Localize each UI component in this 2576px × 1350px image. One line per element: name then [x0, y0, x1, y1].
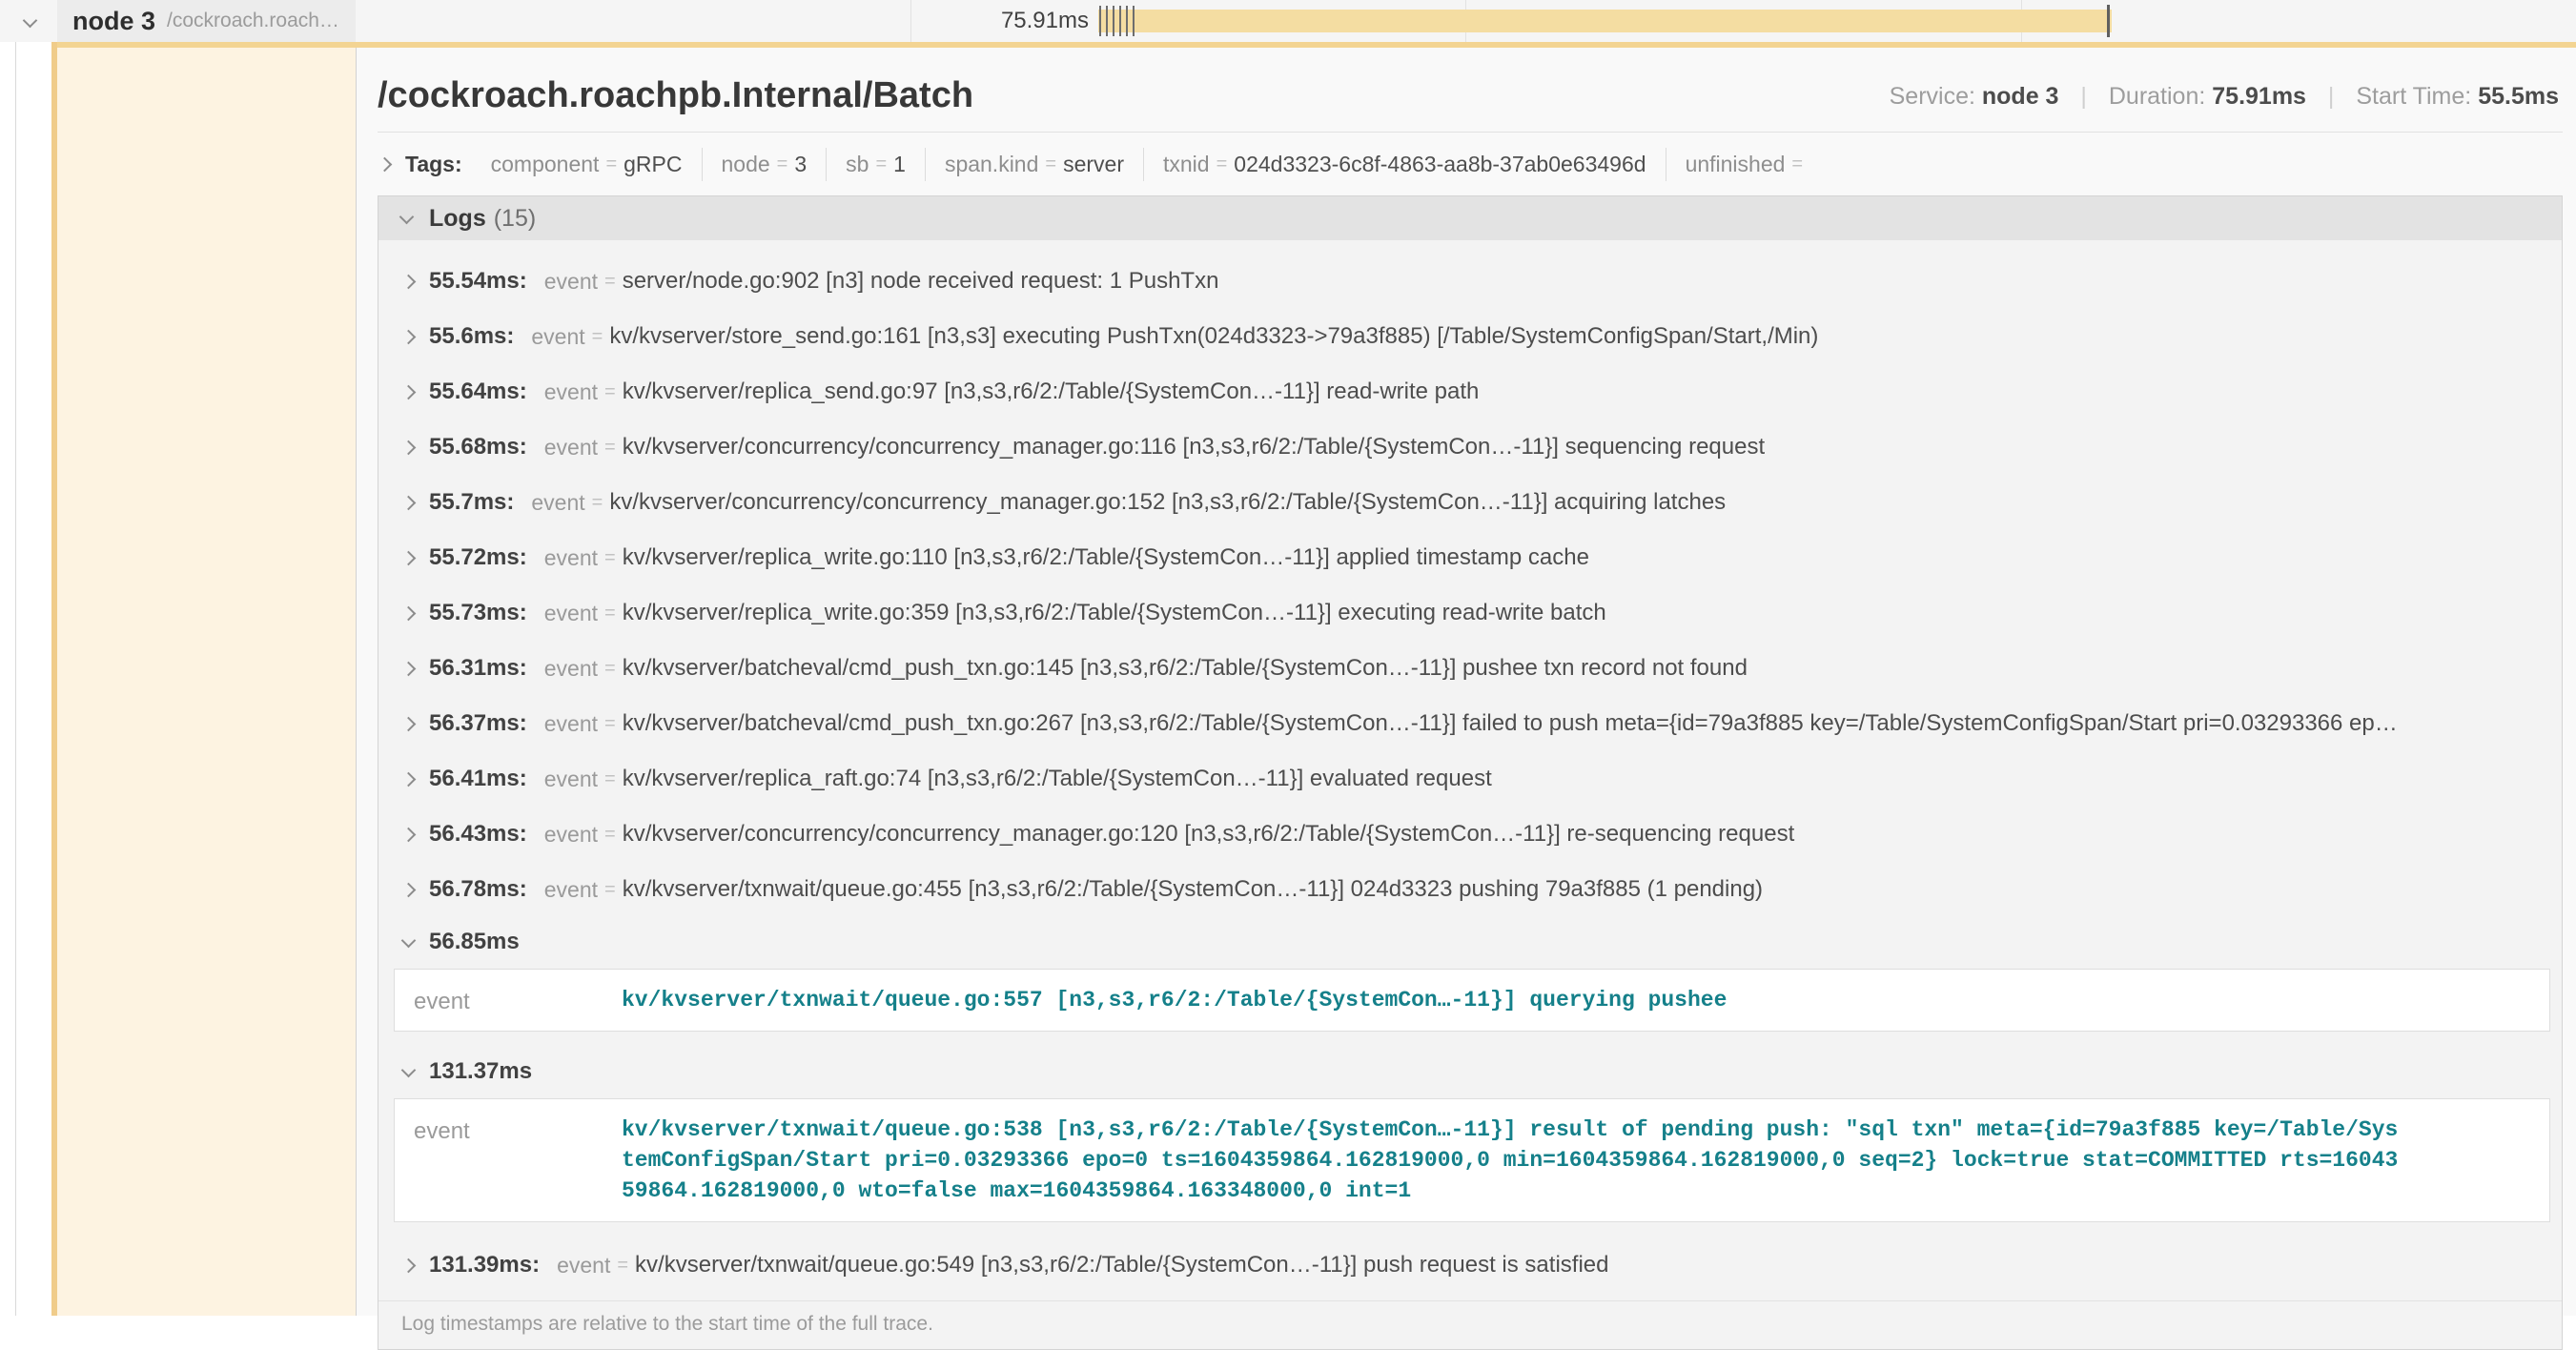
- meta-divider: |: [2328, 83, 2335, 110]
- span-operation-name: /cockroach.roach…: [167, 10, 339, 32]
- log-row-expanded-toggle[interactable]: 56.85ms: [378, 917, 2562, 967]
- chevron-right-icon: [401, 605, 417, 621]
- log-marker-tick: [1119, 6, 1121, 36]
- log-row[interactable]: 56.43ms:event=kv/kvserver/concurrency/co…: [378, 807, 2562, 862]
- tags-label: Tags:: [405, 152, 462, 177]
- log-row[interactable]: 56.41ms:event=kv/kvserver/replica_raft.g…: [378, 751, 2562, 807]
- chevron-right-icon: [401, 771, 417, 787]
- log-marker-tick-end: [2107, 5, 2110, 37]
- log-marker-tick: [1099, 6, 1101, 36]
- service-value: node 3: [1982, 83, 2059, 110]
- chevron-right-icon: [401, 274, 417, 289]
- logs-count: (15): [494, 205, 536, 233]
- chevron-down-icon: [401, 932, 417, 948]
- span-title: /cockroach.roachpb.Internal/Batch: [378, 75, 973, 116]
- start-time-value: 55.5ms: [2478, 83, 2559, 110]
- log-row[interactable]: 55.6ms:event=kv/kvserver/store_send.go:1…: [378, 309, 2562, 364]
- log-field-key: event: [414, 985, 622, 1015]
- duration-label: Duration:: [2109, 83, 2205, 110]
- chevron-right-icon: [401, 329, 417, 344]
- collapse-span-chevron[interactable]: [25, 13, 35, 31]
- logs-footer-note: Log timestamps are relative to the start…: [378, 1300, 2562, 1349]
- chevron-down-icon: [401, 1062, 417, 1077]
- log-row[interactable]: 55.64ms:event=kv/kvserver/replica_send.g…: [378, 364, 2562, 419]
- start-time-label: Start Time:: [2356, 83, 2471, 110]
- log-row[interactable]: 55.7ms:event=kv/kvserver/concurrency/con…: [378, 475, 2562, 530]
- span-duration-bar[interactable]: [1098, 10, 2112, 32]
- chevron-right-icon: [401, 661, 417, 676]
- log-row-expanded-toggle[interactable]: 131.37ms: [378, 1047, 2562, 1096]
- log-marker-tick: [1133, 6, 1135, 36]
- span-name-cell[interactable]: node 3 /cockroach.roach…: [57, 0, 356, 42]
- chevron-right-icon: [401, 882, 417, 897]
- span-detail-panel: /cockroach.roachpb.Internal/Batch Servic…: [356, 48, 2576, 1316]
- log-field-value: kv/kvserver/txnwait/queue.go:538 [n3,s3,…: [622, 1115, 2406, 1206]
- left-gutter-line: [15, 0, 16, 1316]
- span-row[interactable]: node 3 /cockroach.roach… 75.91ms: [0, 0, 2576, 42]
- logs-panel: Logs (15) 55.54ms:event=server/node.go:9…: [378, 195, 2563, 1350]
- span-detail-header: /cockroach.roachpb.Internal/Batch Servic…: [378, 48, 2563, 133]
- chevron-right-icon: [401, 716, 417, 731]
- log-row[interactable]: 56.78ms:event=kv/kvserver/txnwait/queue.…: [378, 862, 2562, 917]
- tags-section-toggle[interactable]: Tags: component=gRPC node=3 sb=1 span.ki…: [357, 133, 2576, 195]
- chevron-down-icon: [399, 209, 415, 224]
- tag-sb: sb=1: [826, 148, 925, 181]
- chevron-right-icon: [378, 156, 393, 172]
- tag-txnid: txnid=024d3323-6c8f-4863-aa8b-37ab0e6349…: [1143, 148, 1666, 181]
- tag-component: component=gRPC: [472, 148, 702, 181]
- log-row[interactable]: 55.73ms:event=kv/kvserver/replica_write.…: [378, 585, 2562, 641]
- chevron-right-icon: [401, 550, 417, 565]
- log-marker-tick: [1106, 6, 1108, 36]
- chevron-right-icon: [401, 495, 417, 510]
- duration-value: 75.91ms: [2212, 83, 2306, 110]
- log-row[interactable]: 56.31ms:event=kv/kvserver/batcheval/cmd_…: [378, 641, 2562, 696]
- log-row[interactable]: 55.54ms:event=server/node.go:902 [n3] no…: [378, 254, 2562, 309]
- logs-section-toggle[interactable]: Logs (15): [378, 196, 2562, 240]
- tag-node: node=3: [702, 148, 827, 181]
- detail-row-left-fill: [57, 48, 356, 1316]
- chevron-right-icon: [401, 827, 417, 842]
- log-row[interactable]: 56.37ms:event=kv/kvserver/batcheval/cmd_…: [378, 696, 2562, 751]
- log-row[interactable]: 131.39ms:event=kv/kvserver/txnwait/queue…: [378, 1238, 2562, 1293]
- log-marker-tick: [1113, 6, 1114, 36]
- tag-unfinished: unfinished=: [1666, 148, 1830, 181]
- tag-span-kind: span.kind=server: [925, 148, 1143, 181]
- chevron-right-icon: [401, 384, 417, 399]
- logs-title: Logs: [429, 205, 486, 233]
- log-row[interactable]: 55.68ms:event=kv/kvserver/concurrency/co…: [378, 419, 2562, 475]
- service-label: Service:: [1890, 83, 1975, 110]
- log-field-value: kv/kvserver/txnwait/queue.go:557 [n3,s3,…: [622, 985, 2406, 1015]
- span-duration-label: 75.91ms: [858, 0, 1089, 42]
- span-service-name: node 3: [72, 7, 155, 36]
- span-meta: Service: node 3 | Duration: 75.91ms | St…: [1890, 83, 2559, 111]
- chevron-right-icon: [401, 1258, 417, 1273]
- chevron-down-icon: [23, 13, 38, 29]
- log-row[interactable]: 55.72ms:event=kv/kvserver/replica_write.…: [378, 530, 2562, 585]
- log-rows: 55.54ms:event=server/node.go:902 [n3] no…: [378, 240, 2562, 1293]
- log-detail-box: event kv/kvserver/txnwait/queue.go:538 […: [394, 1098, 2550, 1222]
- log-field-key: event: [414, 1115, 622, 1206]
- meta-divider: |: [2080, 83, 2087, 110]
- chevron-right-icon: [401, 440, 417, 455]
- log-detail-box: event kv/kvserver/txnwait/queue.go:557 […: [394, 969, 2550, 1032]
- log-marker-tick: [1126, 6, 1128, 36]
